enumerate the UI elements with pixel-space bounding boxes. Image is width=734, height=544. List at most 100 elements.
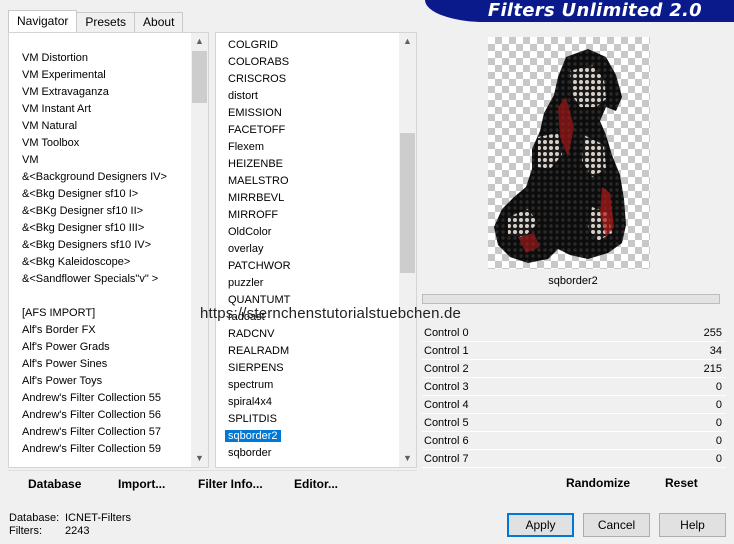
list-item-label: COLGRID (228, 39, 279, 51)
filter-scrollbar[interactable]: ▲ ▼ (399, 33, 416, 467)
list-item-label: &<Bkg Kaleidoscope> (22, 256, 131, 268)
list-item[interactable]: Alf's Power Toys (9, 373, 191, 390)
control-row[interactable]: Control 3 0 (422, 378, 726, 396)
scrollbar-thumb[interactable] (400, 133, 415, 273)
tab-about[interactable]: About (134, 12, 184, 32)
scrollbar-thumb[interactable] (192, 51, 207, 103)
list-item[interactable]: VM Distortion (9, 50, 191, 67)
control-row[interactable]: Control 2 215 (422, 360, 726, 378)
control-row[interactable]: Control 4 0 (422, 396, 726, 414)
list-item[interactable]: VM Instant Art (9, 101, 191, 118)
list-item[interactable]: REALRADM (216, 343, 399, 360)
list-item[interactable]: COLORABS (216, 54, 399, 71)
list-item[interactable]: Alf's Power Grads (9, 339, 191, 356)
category-list[interactable]: VM Distortion VM Experimental VM Extravaga… (9, 33, 191, 467)
list-item[interactable]: &<Bkg Designers sf10 IV> (9, 237, 191, 254)
list-item-label: &<BKg Designer sf10 II> (22, 205, 144, 217)
category-scrollbar[interactable]: ▲ ▼ (191, 33, 208, 467)
import-button[interactable]: Import... (118, 477, 165, 491)
list-item[interactable]: Andrew's Filter Collection 57 (9, 424, 191, 441)
control-label: Control 6 (424, 434, 469, 447)
list-item[interactable]: puzzler (216, 275, 399, 292)
list-item[interactable]: MIRROFF (216, 207, 399, 224)
control-row[interactable]: Control 6 0 (422, 432, 726, 450)
list-item[interactable]: VM (9, 152, 191, 169)
list-item[interactable]: Andrew's Filter Collection 56 (9, 407, 191, 424)
list-item[interactable]: &<Bkg Kaleidoscope> (9, 254, 191, 271)
list-item[interactable]: VM Experimental (9, 67, 191, 84)
help-button[interactable]: Help (659, 513, 726, 537)
list-item[interactable]: spiral4x4 (216, 394, 399, 411)
list-item-label: Alf's Power Sines (22, 358, 108, 370)
list-item[interactable]: [AFS IMPORT] (9, 305, 191, 322)
list-item[interactable]: sqborder (216, 445, 399, 462)
list-item[interactable]: PATCHWOR (216, 258, 399, 275)
list-item[interactable]: Andrew's Filter Collection 59 (9, 441, 191, 458)
list-item[interactable]: VM Extravaganza (9, 84, 191, 101)
list-item[interactable]: &<Bkg Designer sf10 I> (9, 186, 191, 203)
current-filter-name: sqborder2 (422, 270, 724, 292)
list-item-label: EMISSION (228, 107, 282, 119)
list-item[interactable]: sqborder2 (216, 428, 399, 445)
filter-info-button[interactable]: Filter Info... (198, 477, 263, 491)
control-row[interactable]: Control 1 34 (422, 342, 726, 360)
list-item[interactable]: EMISSION (216, 105, 399, 122)
apply-button[interactable]: Apply (507, 513, 574, 537)
list-item-label: OldColor (228, 226, 272, 238)
control-label: Control 4 (424, 398, 469, 411)
list-item-label: Andrew's Filter Collection 59 (22, 443, 162, 455)
control-row[interactable]: Control 0 255 (422, 324, 726, 342)
tab-strip: Navigator Presets About (8, 10, 184, 32)
list-item[interactable]: CRISCROS (216, 71, 399, 88)
list-item[interactable]: Andrew's Filter Collection 55 (9, 390, 191, 407)
list-item[interactable]: Alf's Power Sines (9, 356, 191, 373)
watermark-text: https://sternchenstutorialstuebchen.de (200, 305, 462, 322)
scroll-up-icon[interactable]: ▲ (399, 33, 416, 50)
list-item[interactable]: SIERPENS (216, 360, 399, 377)
category-list-panel: VM Distortion VM Experimental VM Extravaga… (8, 32, 209, 468)
control-row[interactable]: Control 7 0 (422, 450, 726, 468)
list-item[interactable]: RADCNV (216, 326, 399, 343)
scroll-down-icon[interactable]: ▼ (399, 450, 416, 467)
list-item[interactable]: SPLITDIS (216, 411, 399, 428)
control-row[interactable]: Control 5 0 (422, 414, 726, 432)
list-item-label: MIRRBEVL (228, 192, 285, 204)
tab-presets[interactable]: Presets (76, 12, 136, 32)
reset-button[interactable]: Reset (665, 476, 698, 490)
list-item[interactable]: VM Natural (9, 118, 191, 135)
scroll-down-icon[interactable]: ▼ (191, 450, 208, 467)
randomize-button[interactable]: Randomize (566, 476, 630, 490)
list-item[interactable]: distort (216, 88, 399, 105)
list-item[interactable]: VM Toolbox (9, 135, 191, 152)
list-item-label: MIRROFF (228, 209, 279, 221)
list-item[interactable]: Alf's Border FX (9, 322, 191, 339)
list-item-label: spectrum (228, 379, 274, 391)
list-item[interactable]: &<Sandflower Specials"v" > (9, 271, 191, 288)
list-item-label: &<Bkg Designer sf10 I> (22, 188, 139, 200)
tab-navigator[interactable]: Navigator (8, 10, 78, 32)
filter-list[interactable]: COLGRID COLORABS CRISCROS distort EMISSION FA… (216, 33, 399, 467)
list-item[interactable]: overlay (216, 241, 399, 258)
scroll-up-icon[interactable]: ▲ (191, 33, 208, 50)
list-item[interactable]: &<Background Designers IV> (9, 169, 191, 186)
list-item[interactable]: OldColor (216, 224, 399, 241)
list-item-label: sqborder (228, 447, 272, 459)
list-item[interactable]: COLGRID (216, 37, 399, 54)
list-item[interactable]: HEIZENBE (216, 156, 399, 173)
preview-image (488, 37, 650, 269)
list-item[interactable]: FACETOFF (216, 122, 399, 139)
list-item-label: VM Distortion (22, 52, 89, 64)
list-item-label: REALRADM (228, 345, 290, 357)
list-item[interactable]: spectrum (216, 377, 399, 394)
editor-button[interactable]: Editor... (294, 477, 338, 491)
list-item-label: Andrew's Filter Collection 55 (22, 392, 162, 404)
list-item[interactable]: Flexem (216, 139, 399, 156)
list-item[interactable]: &<BKg Designer sf10 II> (9, 203, 191, 220)
list-item[interactable]: MAELSTRO (216, 173, 399, 190)
database-button[interactable]: Database (28, 477, 81, 491)
list-item[interactable]: MIRRBEVL (216, 190, 399, 207)
list-item-label: SIERPENS (228, 362, 284, 374)
cancel-button[interactable]: Cancel (583, 513, 650, 537)
list-item[interactable]: &<Bkg Designer sf10 III> (9, 220, 191, 237)
